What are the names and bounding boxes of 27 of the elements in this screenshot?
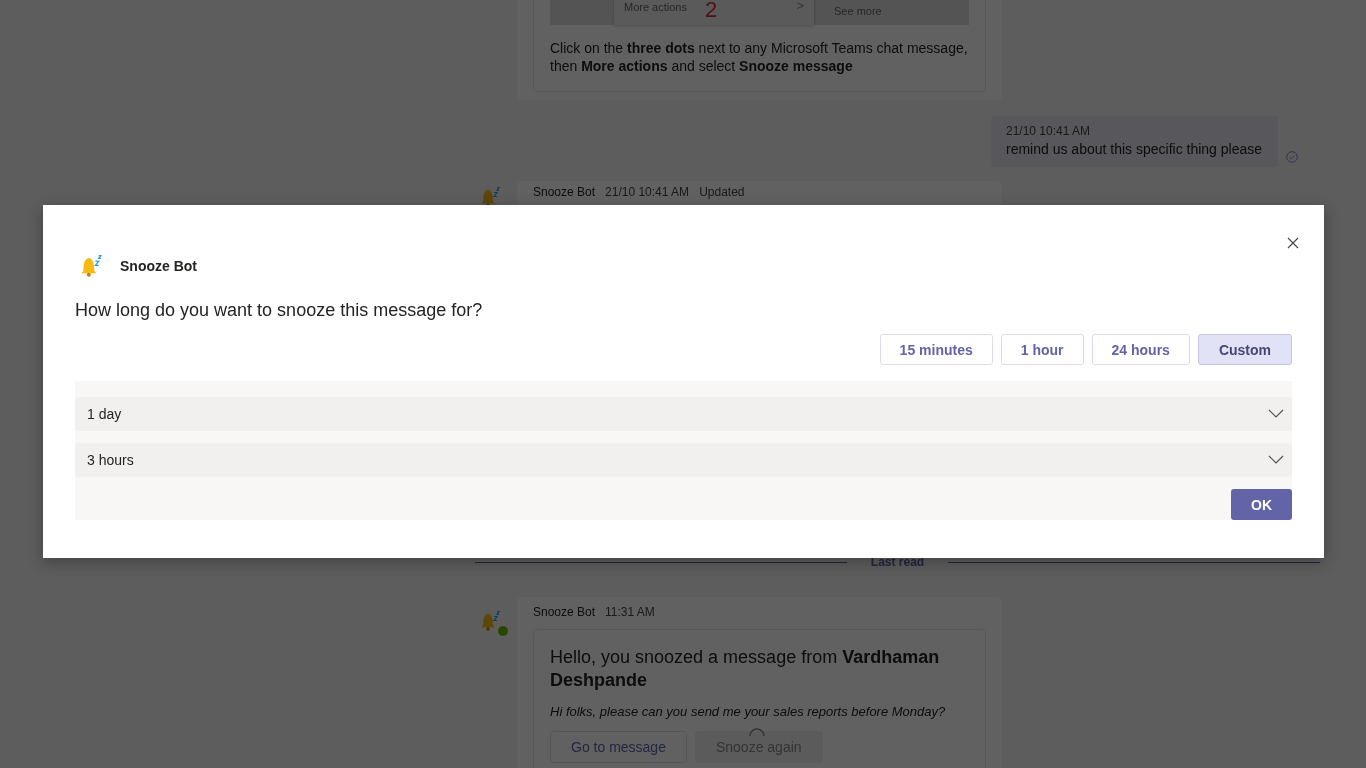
chevron-down-icon xyxy=(1268,409,1284,419)
quoted-message: Hi folks, please can you send me your sales reports before Monday? xyxy=(550,704,947,719)
card-title: Hello, you snoozed a message from Vardhaman Deshpande xyxy=(550,646,941,692)
message-time: 21/10 10:41 AM xyxy=(1006,124,1092,138)
edited-label: Updated xyxy=(699,185,745,199)
close-icon[interactable] xyxy=(1287,237,1299,249)
bell-icon xyxy=(480,611,500,631)
duration-button[interactable]: 1 hour xyxy=(1000,334,1084,365)
message-time: 21/10 10:41 AM xyxy=(605,185,690,199)
bell-icon xyxy=(80,255,102,277)
message-text: remind us about this specific thing please xyxy=(1006,141,1263,157)
bell-icon xyxy=(480,187,500,207)
step-number: 2 xyxy=(705,0,718,21)
instructions-text: Click on the three dots next to any Microsoft Teams chat message, then More actions and select Snooze message xyxy=(550,39,969,75)
caret-glyph: > xyxy=(796,0,804,13)
question-text: How long do you want to snooze this message for? xyxy=(75,300,484,321)
duration-button[interactable]: Custom xyxy=(1197,334,1292,365)
message-time: 11:31 AM xyxy=(605,605,655,619)
sender-name: Snooze Bot xyxy=(533,605,596,619)
chevron-down-icon xyxy=(1268,455,1284,465)
sender-name: Snooze Bot xyxy=(533,185,596,199)
duration-button[interactable]: 24 hours xyxy=(1091,334,1190,365)
ok-button[interactable]: OK xyxy=(1231,489,1292,520)
dropdown[interactable]: 3 hours xyxy=(75,443,1292,477)
dropdown[interactable]: 1 day xyxy=(75,397,1292,431)
bot-name: Snooze Bot xyxy=(120,258,197,274)
duration-button[interactable]: 15 minutes xyxy=(879,334,993,365)
